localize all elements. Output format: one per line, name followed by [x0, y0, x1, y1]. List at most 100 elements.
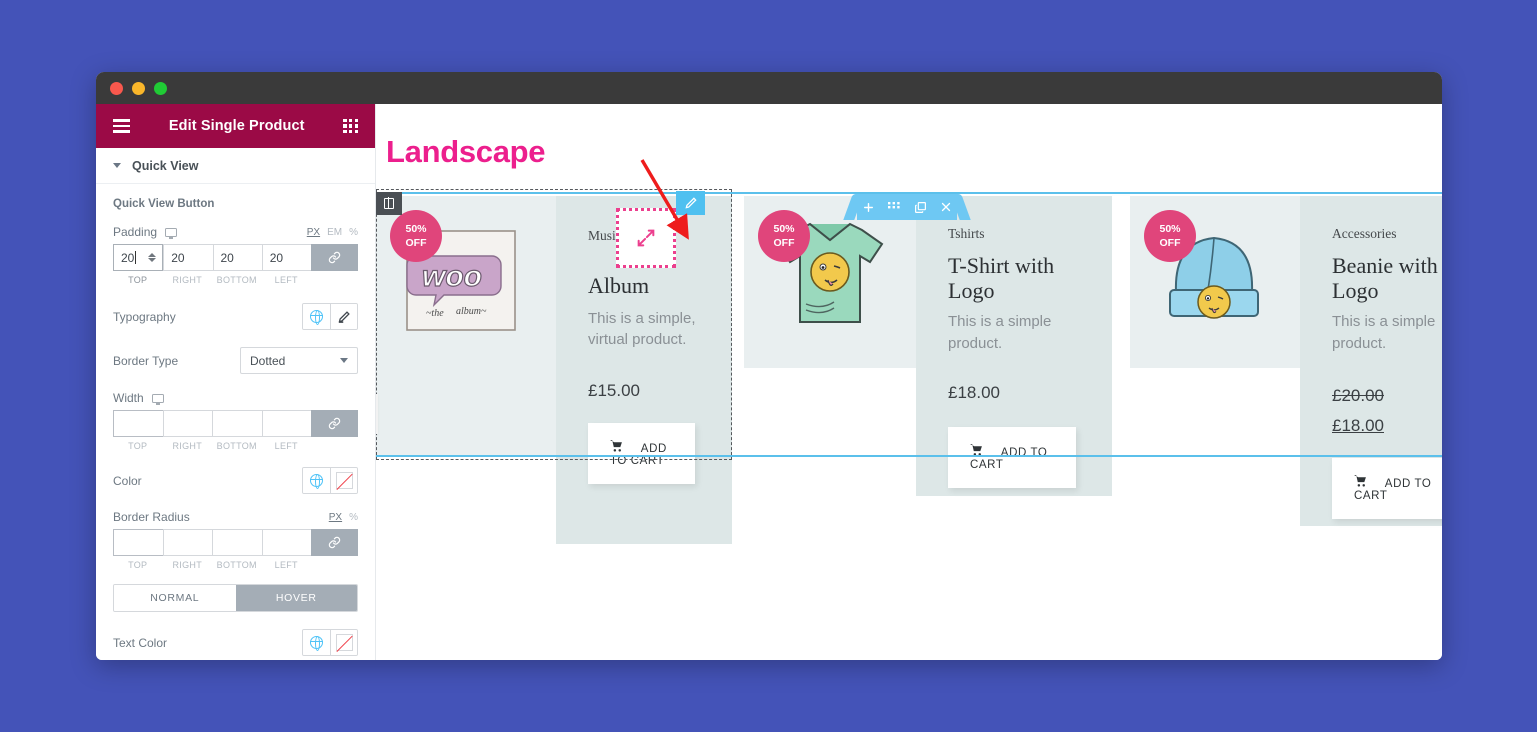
tab-hover[interactable]: HOVER — [235, 585, 357, 611]
text-color-control-row: Text Color — [113, 629, 358, 656]
window-minimize-button[interactable] — [132, 81, 145, 95]
padding-label-right: RIGHT — [172, 275, 202, 285]
radius-right-input[interactable] — [162, 529, 212, 556]
padding-top-stepper[interactable] — [148, 253, 157, 262]
border-type-value: Dotted — [250, 353, 286, 368]
product-sale-price: £18.00 — [1332, 415, 1384, 435]
plus-icon[interactable] — [862, 201, 875, 214]
radius-left-input[interactable] — [261, 529, 311, 556]
padding-top-value: 20 — [121, 250, 135, 265]
product-title[interactable]: Beanie with Logo — [1332, 253, 1442, 303]
product-media: 50% OFF — [1130, 196, 1300, 368]
globe-icon[interactable] — [303, 468, 330, 493]
add-to-cart-button[interactable]: ADD TO CART — [1332, 458, 1442, 520]
panel-controls: Quick View Button Padding PX EM % 20 20 … — [96, 184, 375, 660]
chevron-down-icon — [113, 163, 121, 168]
text-color-buttons — [302, 629, 358, 656]
badge-line1: 50% — [773, 222, 795, 235]
product-category: Accessories — [1332, 226, 1397, 241]
padding-bottom-value: 20 — [220, 250, 234, 265]
product-media: 50% OFF — [744, 196, 916, 368]
badge-line1: 50% — [405, 222, 427, 235]
width-label-bottom: BOTTOM — [216, 441, 257, 451]
state-tabs: NORMAL HOVER — [113, 584, 358, 612]
page-title: Landscape — [386, 134, 546, 169]
width-bottom-input[interactable] — [212, 410, 262, 437]
grid-dots-icon[interactable] — [888, 202, 901, 212]
widget-edit-pencil-icon[interactable] — [676, 191, 705, 215]
width-control-row: Width — [113, 391, 358, 405]
no-color-swatch[interactable] — [330, 468, 357, 493]
product-body: Accessories Beanie with Logo This is a s… — [1300, 196, 1442, 526]
window-maximize-button[interactable] — [154, 81, 167, 95]
width-top-input[interactable] — [113, 410, 163, 437]
unit-px[interactable]: PX — [329, 512, 342, 523]
padding-units: PX EM % — [307, 227, 358, 238]
browser-window: Edit Single Product Quick View Quick Vie… — [96, 72, 1442, 660]
width-inputs — [113, 410, 358, 437]
color-buttons — [302, 467, 358, 494]
close-icon[interactable] — [940, 201, 952, 213]
width-field-labels: TOP RIGHT BOTTOM LEFT — [113, 441, 358, 451]
padding-label-left: LEFT — [274, 275, 298, 285]
unit-percent[interactable]: % — [349, 512, 358, 523]
width-left-input[interactable] — [261, 410, 311, 437]
padding-right-input[interactable]: 20 — [163, 244, 213, 271]
product-title[interactable]: T-Shirt with Logo — [948, 253, 1090, 303]
cart-icon — [970, 443, 987, 459]
panel-section-label: Quick View — [132, 158, 199, 173]
desktop-icon[interactable] — [165, 227, 178, 239]
add-to-cart-button[interactable]: ADD TO CART — [948, 426, 1076, 488]
padding-right-value: 20 — [171, 250, 185, 265]
product-old-price: £20.00 — [1332, 385, 1384, 405]
globe-icon[interactable] — [303, 304, 330, 329]
radius-link-icon[interactable] — [311, 529, 358, 556]
quick-view-button[interactable] — [616, 191, 705, 268]
desktop-icon[interactable] — [151, 393, 164, 405]
width-right-input[interactable] — [162, 410, 212, 437]
padding-label-top: TOP — [128, 275, 148, 285]
padding-control-row: Padding PX EM % — [113, 225, 358, 239]
radius-top-input[interactable] — [113, 529, 163, 556]
padding-top-input[interactable]: 20 — [113, 244, 164, 271]
unit-percent[interactable]: % — [349, 227, 358, 238]
padding-link-icon[interactable] — [311, 244, 358, 271]
window-close-button[interactable] — [110, 81, 123, 95]
border-type-label: Border Type — [113, 353, 179, 368]
border-type-select[interactable]: Dotted — [240, 347, 358, 374]
radius-label-left: LEFT — [274, 560, 298, 570]
padding-bottom-input[interactable]: 20 — [212, 244, 262, 271]
panel-collapse-chevron-left-icon[interactable]: ‹ — [376, 394, 378, 434]
width-link-icon[interactable] — [311, 410, 358, 437]
grid-apps-icon[interactable] — [343, 118, 358, 134]
padding-left-input[interactable]: 20 — [261, 244, 311, 271]
no-color-swatch[interactable] — [330, 630, 357, 655]
unit-em[interactable]: EM — [327, 227, 342, 238]
radius-label-bottom: BOTTOM — [216, 560, 257, 570]
border-radius-units: PX % — [329, 512, 358, 523]
padding-left-value: 20 — [269, 250, 284, 265]
panel-section-quick-view[interactable]: Quick View — [96, 148, 375, 184]
badge-line1: 50% — [1159, 222, 1181, 235]
radius-label-right: RIGHT — [172, 560, 202, 570]
tab-normal[interactable]: NORMAL — [114, 585, 236, 611]
radius-field-labels: TOP RIGHT BOTTOM LEFT — [113, 560, 358, 570]
typography-buttons — [302, 303, 358, 330]
cart-icon — [1354, 475, 1371, 490]
product-price: £18.00 — [948, 382, 1000, 402]
unit-px[interactable]: PX — [307, 227, 320, 238]
typography-control-row: Typography — [113, 303, 358, 330]
product-card[interactable]: 50% OFF — [1130, 196, 1442, 544]
color-label: Color — [113, 473, 142, 488]
padding-field-labels: TOP RIGHT BOTTOM LEFT — [113, 275, 358, 285]
column-handle-icon[interactable] — [376, 192, 402, 215]
copy-icon[interactable] — [914, 201, 927, 214]
sale-badge: 50% OFF — [1144, 210, 1196, 262]
editor-canvas: Landscape ‹ — [376, 104, 1442, 660]
hamburger-icon[interactable] — [113, 119, 130, 133]
radius-bottom-input[interactable] — [212, 529, 262, 556]
product-card[interactable]: 50% OFF — [744, 196, 1112, 544]
globe-icon[interactable] — [303, 630, 330, 655]
color-control-row: Color — [113, 467, 358, 494]
pencil-icon[interactable] — [330, 304, 357, 329]
